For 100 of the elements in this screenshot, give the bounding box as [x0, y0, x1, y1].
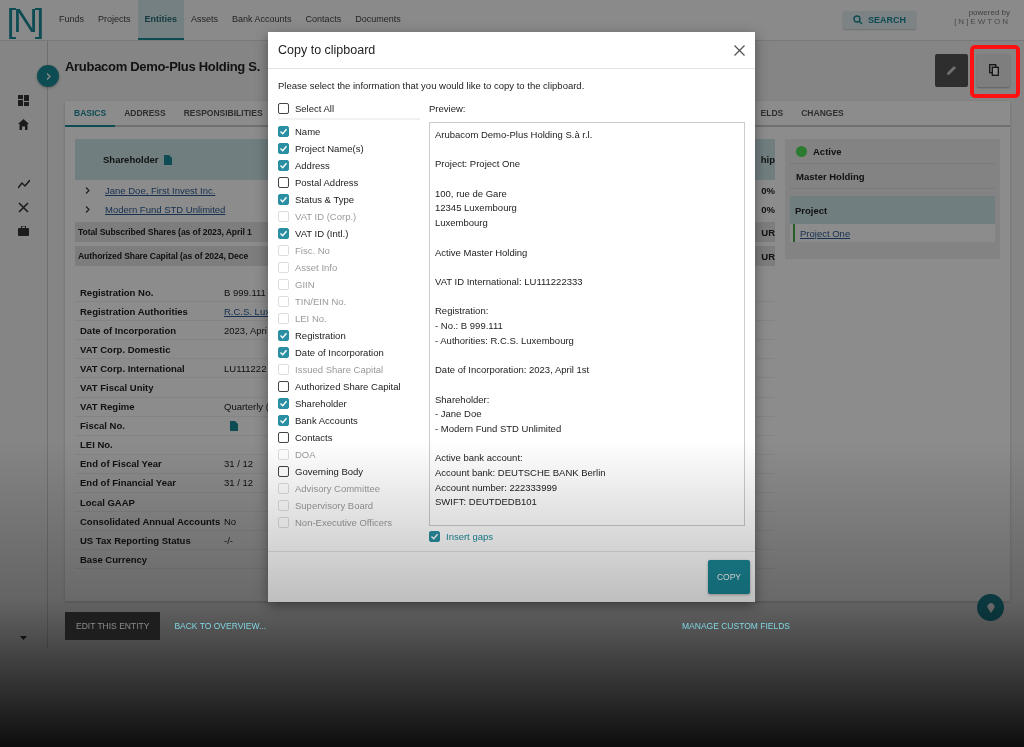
- checkbox-label: Name: [295, 126, 321, 137]
- back-link[interactable]: BACK TO OVERVIEW...: [174, 621, 266, 631]
- checkbox-label: Insert gaps: [446, 531, 493, 542]
- copy-icon: [988, 64, 999, 76]
- checkbox-label: Select All: [295, 103, 335, 114]
- dialog-instructions: Please select the information that you would like to copy to the clipboard.: [278, 80, 586, 91]
- nav-tab[interactable]: Projects: [91, 0, 138, 40]
- document-icon[interactable]: [164, 154, 173, 165]
- checkbox-label: Governing Body: [295, 466, 364, 477]
- chevron-right-icon[interactable]: [85, 187, 90, 194]
- document-icon[interactable]: [230, 420, 238, 431]
- field-label: Local GAAP: [80, 496, 136, 508]
- search-button[interactable]: SEARCH: [843, 11, 916, 29]
- field-label: VAT Corp. Domestic: [80, 343, 172, 355]
- field-label: Date of Incorporation: [80, 324, 178, 336]
- nav-tab[interactable]: Funds: [52, 0, 91, 40]
- field-label: Base Currency: [80, 553, 149, 565]
- checkbox-label: Asset Info: [295, 262, 338, 273]
- column-heading: Shareholder: [103, 154, 159, 165]
- checkbox[interactable]: [278, 330, 289, 341]
- table-cell: Authorized Share Capital (as of 2024, Dece: [78, 251, 249, 261]
- checkbox[interactable]: [278, 177, 289, 188]
- manage-custom-fields-link[interactable]: MANAGE CUSTOM FIELDS: [682, 621, 790, 631]
- entity-type: Master Holding: [796, 170, 865, 182]
- field-value: 31 / 12: [224, 477, 254, 489]
- checkbox-label: Bank Accounts: [295, 415, 358, 426]
- grid-icon[interactable]: [18, 95, 29, 106]
- tab[interactable]: CHANGES: [792, 101, 853, 127]
- preview-paragraph: VAT ID International: LU111222333: [435, 274, 584, 289]
- edit-entity-button[interactable]: EDIT THIS ENTITY: [65, 612, 161, 640]
- checkbox[interactable]: [278, 160, 289, 171]
- checkbox-label: GIIN: [295, 279, 315, 290]
- caret-icon[interactable]: [20, 636, 27, 640]
- checkbox[interactable]: [278, 432, 289, 443]
- tab[interactable]: ADDRESS: [115, 101, 175, 127]
- checkbox[interactable]: [278, 466, 289, 477]
- checkbox-label: Registration: [295, 330, 346, 341]
- checkbox-label: Project Name(s): [295, 143, 364, 154]
- nav-tab[interactable]: Entities: [137, 0, 185, 40]
- tab[interactable]: BASICS: [65, 101, 116, 127]
- trend-icon[interactable]: [17, 179, 30, 189]
- status-label: Active: [813, 145, 842, 157]
- field-label: Registration No.: [80, 286, 155, 298]
- checkbox-label: Date of Incorporation: [295, 347, 384, 358]
- checkbox-label: VAT ID (Corp.): [295, 211, 357, 222]
- checkbox[interactable]: [278, 347, 289, 358]
- home-icon[interactable]: [18, 119, 29, 130]
- pin-icon: [986, 602, 995, 613]
- shareholder-link[interactable]: Modern Fund STD Unlimited: [105, 204, 226, 215]
- checkbox-label: Authorized Share Capital: [295, 381, 401, 392]
- checkbox-label: TIN/EIN No.: [295, 296, 347, 307]
- nav-tab[interactable]: Assets: [184, 0, 226, 40]
- edit-button[interactable]: [935, 53, 968, 87]
- checkbox[interactable]: [278, 398, 289, 409]
- chevron-right-icon[interactable]: [85, 206, 90, 213]
- tab[interactable]: ELDS: [751, 101, 793, 127]
- checkbox[interactable]: [429, 531, 440, 542]
- field-label: US Tax Reporting Status: [80, 534, 192, 546]
- checkbox[interactable]: [278, 415, 289, 426]
- preview-paragraph: Date of Incorporation: 2023, April 1st: [435, 363, 591, 378]
- checkbox-label: Issued Share Capital: [295, 364, 384, 375]
- expand-sidebar-button[interactable]: [37, 65, 59, 87]
- preview-paragraph: Arubacom Demo-Plus Holding S.à r.l.: [435, 128, 594, 142]
- tab[interactable]: RESPONSIBILITIES: [174, 101, 272, 127]
- briefcase-icon[interactable]: [18, 226, 29, 236]
- table-cell: UR: [761, 226, 775, 238]
- logo[interactable]: [N]: [0, 0, 48, 40]
- checkbox-label: Shareholder: [295, 398, 347, 409]
- field-value: LU111222: [224, 362, 267, 374]
- column-heading: hip: [760, 154, 775, 165]
- project-link[interactable]: Project One: [800, 227, 851, 239]
- copy-button[interactable]: COPY: [707, 560, 750, 594]
- field-value: B 999.111: [224, 286, 266, 298]
- checkbox[interactable]: [278, 126, 289, 137]
- checkbox[interactable]: [278, 194, 289, 205]
- panel-heading: Project: [795, 204, 828, 216]
- checkbox[interactable]: [278, 228, 289, 239]
- field-label: End of Financial Year: [80, 477, 177, 489]
- checkbox-label: DOA: [295, 449, 316, 460]
- checkbox[interactable]: [278, 381, 289, 392]
- checkbox-label: Supervisory Board: [295, 500, 374, 511]
- checkbox[interactable]: [278, 103, 289, 114]
- field-label: Consolidated Annual Accounts: [80, 515, 222, 527]
- preview-label: Preview:: [429, 102, 467, 116]
- table-cell: UR: [761, 250, 775, 262]
- field-label: End of Fiscal Year: [80, 458, 163, 470]
- checkbox-label: Non-Executive Officers: [295, 517, 392, 528]
- close-icon[interactable]: [734, 44, 745, 56]
- checkbox-label: Fisc. No: [295, 245, 330, 256]
- preview-paragraph: Registration: - No.: B 999.111 - Authorities: R.C.S. Luxembourg: [435, 304, 575, 348]
- field-value: 31 / 12: [224, 458, 254, 470]
- powered-by-text: powered by: [968, 8, 1010, 17]
- nav-tab[interactable]: Bank Accounts: [225, 0, 299, 40]
- copy-button[interactable]: [977, 53, 1010, 87]
- checkbox[interactable]: [278, 143, 289, 154]
- help-button[interactable]: [977, 594, 1004, 621]
- checkbox-label: Address: [295, 160, 330, 171]
- checkbox-label: Advisory Committee: [295, 483, 380, 494]
- field-value: 2023, Apri: [224, 324, 267, 336]
- shareholder-link[interactable]: Jane Doe, First Invest Inc.: [105, 185, 216, 196]
